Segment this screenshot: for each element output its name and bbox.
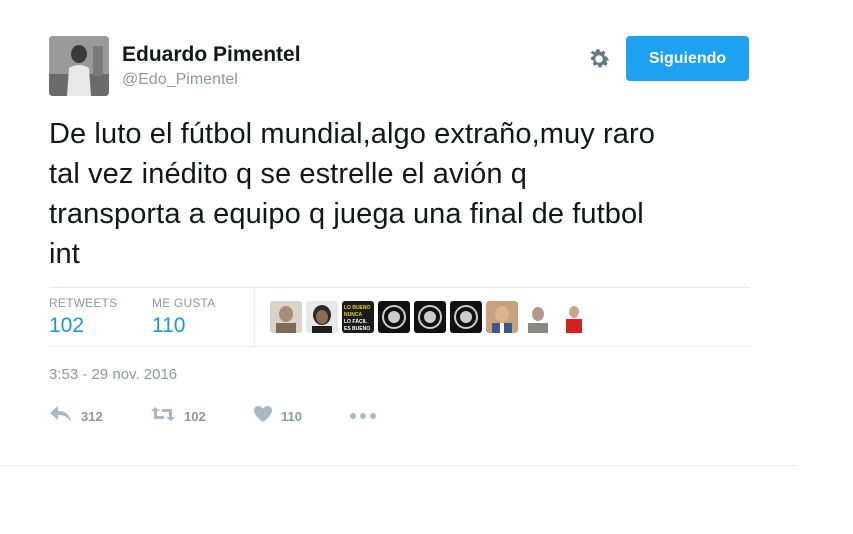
likes-value: 110 [152, 314, 186, 337]
retweets-value: 102 [49, 314, 85, 337]
logo-text: NUNCA [344, 312, 362, 318]
like-button[interactable]: 110 [253, 402, 302, 430]
liker-avatar-7[interactable] [486, 301, 518, 333]
retweet-count: 102 [184, 408, 206, 424]
liker-avatar-9[interactable] [558, 301, 590, 333]
tweet-line: De luto el fútbol mundial,algo extraño,m… [49, 118, 655, 150]
retweets-stat[interactable]: RETWEETS 102 [49, 296, 117, 338]
author-photo [49, 36, 109, 96]
more-button[interactable] [349, 402, 377, 430]
bottom-divider [0, 465, 797, 466]
following-button[interactable]: Siguiendo [626, 36, 749, 81]
reply-count: 312 [81, 408, 103, 424]
author-name[interactable]: Eduardo Pimentel [122, 43, 301, 67]
liker-avatar-1[interactable] [270, 301, 302, 333]
stats-divider [254, 288, 255, 346]
liker-avatars: LO BUENO NUNCA LO FÁCIL ES BUENO [270, 301, 594, 333]
author-avatar[interactable] [49, 36, 109, 96]
liker-avatar-2[interactable] [306, 301, 338, 333]
logo-text: LO FÁCIL [344, 318, 367, 325]
logo-text: ES BUENO [344, 326, 370, 332]
retweet-icon [150, 404, 176, 429]
logo-text: LO BUENO [344, 305, 371, 311]
author-handle[interactable]: @Edo_Pimentel [122, 71, 238, 89]
likes-stat[interactable]: ME GUSTA 110 [152, 296, 215, 338]
tweet-line: transporta a equipo q juega una final de… [49, 198, 644, 230]
tweet-stats: RETWEETS 102 ME GUSTA 110 LO BUENO NUNCA… [49, 287, 750, 347]
retweets-label: RETWEETS [49, 296, 118, 310]
liker-avatar-3[interactable]: LO BUENO NUNCA LO FÁCIL ES BUENO [342, 301, 374, 333]
tweet-line: tal vez inédito q se estrelle el avión q [49, 158, 527, 190]
liker-avatar-8[interactable] [522, 301, 554, 333]
reply-icon [49, 404, 73, 429]
retweet-button[interactable]: 102 [150, 402, 206, 430]
likes-label: ME GUSTA [152, 296, 216, 310]
tweet-text: De luto el fútbol mundial,algo extraño,m… [49, 114, 749, 274]
heart-icon [253, 405, 273, 428]
liker-avatar-5[interactable] [414, 301, 446, 333]
more-dots-icon [349, 407, 377, 425]
tweet-line: int [49, 238, 80, 270]
liker-avatar-4[interactable] [378, 301, 410, 333]
liker-avatar-6[interactable] [450, 301, 482, 333]
reply-button[interactable]: 312 [49, 402, 103, 430]
like-count: 110 [281, 408, 302, 424]
gear-icon[interactable] [586, 46, 612, 72]
tweet-timestamp[interactable]: 3:53 - 29 nov. 2016 [49, 366, 177, 383]
